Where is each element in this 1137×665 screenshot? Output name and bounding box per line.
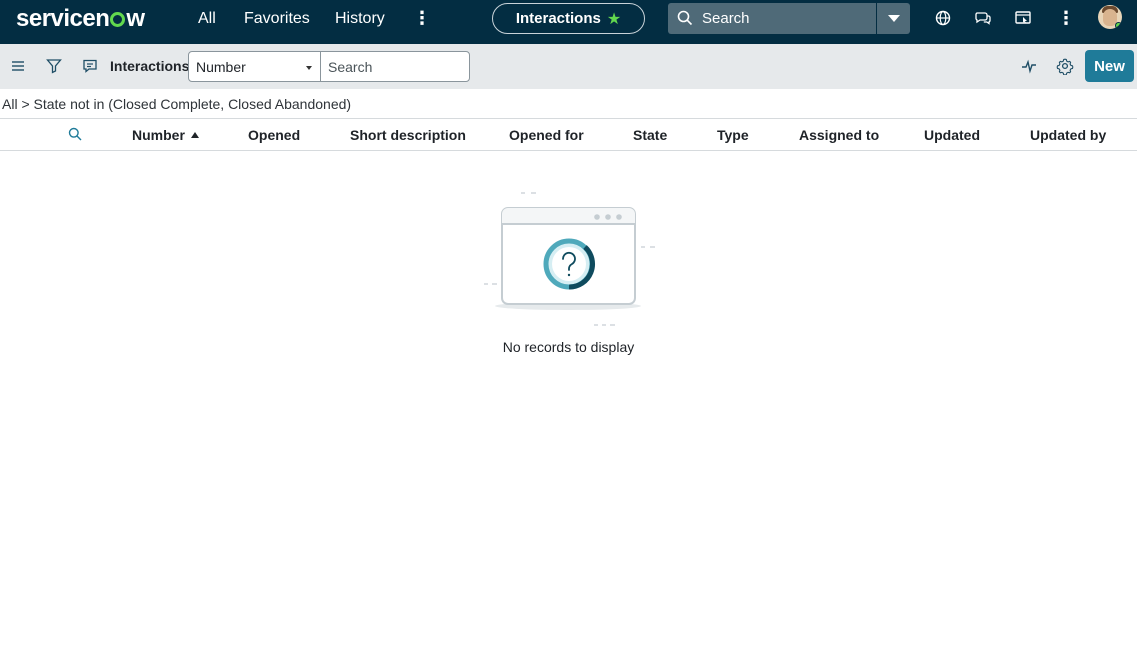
column-opened[interactable]: Opened xyxy=(248,127,300,143)
activity-icon[interactable] xyxy=(1020,57,1038,75)
chat-bubble-icon[interactable] xyxy=(81,57,99,75)
column-state[interactable]: State xyxy=(633,127,667,143)
filter-breadcrumb: All > State not in (Closed Complete, Clo… xyxy=(2,96,351,112)
column-short-description[interactable]: Short description xyxy=(350,127,466,143)
search-icon xyxy=(677,10,693,26)
user-avatar[interactable] xyxy=(1098,5,1122,29)
no-records-message: No records to display xyxy=(502,339,635,355)
list-title: Interactions xyxy=(110,58,190,74)
list-column-header: Number Opened Short description Opened f… xyxy=(0,118,1137,151)
favorite-star-icon[interactable]: ★ xyxy=(607,9,621,29)
chevron-down-icon xyxy=(306,66,312,70)
more-options-icon[interactable]: ⋮ xyxy=(1057,9,1075,29)
gear-icon[interactable] xyxy=(1056,57,1074,75)
breadcrumb-all-link[interactable]: All xyxy=(2,96,18,112)
search-field-select-value: Number xyxy=(196,59,246,75)
top-navigation-bar: servicen w All Favorites History ⋮ Intera… xyxy=(0,0,1137,44)
column-updated-by[interactable]: Updated by xyxy=(1030,127,1106,143)
nav-all-menu[interactable]: All xyxy=(198,10,216,28)
column-number[interactable]: Number xyxy=(132,127,199,143)
online-status-dot xyxy=(1115,22,1122,29)
breadcrumb-condition-link[interactable]: State not in (Closed Complete, Closed Ab… xyxy=(34,96,352,112)
dev-console-icon[interactable] xyxy=(1014,9,1032,27)
column-opened-for[interactable]: Opened for xyxy=(509,127,584,143)
nav-favorites-menu[interactable]: Favorites xyxy=(244,10,310,28)
column-search-icon[interactable] xyxy=(68,127,82,141)
search-scope-dropdown-button[interactable] xyxy=(877,3,910,34)
filter-icon[interactable] xyxy=(45,57,63,75)
nav-history-menu[interactable]: History xyxy=(335,10,385,28)
column-type[interactable]: Type xyxy=(717,127,749,143)
no-records-illustration xyxy=(484,192,655,326)
chat-icon[interactable] xyxy=(974,9,992,27)
context-pill-label: Interactions xyxy=(515,10,601,27)
global-search-placeholder: Search xyxy=(702,10,750,27)
column-assigned-to[interactable]: Assigned to xyxy=(799,127,879,143)
global-search-input[interactable]: Search xyxy=(668,3,876,34)
globe-icon[interactable] xyxy=(934,9,952,27)
sort-ascending-icon xyxy=(190,132,199,138)
search-field-select[interactable]: Number xyxy=(188,51,321,82)
nav-more-icon[interactable]: ⋮ xyxy=(413,9,431,29)
column-updated[interactable]: Updated xyxy=(924,127,980,143)
menu-icon[interactable] xyxy=(9,57,27,75)
breadcrumb-separator: > xyxy=(21,96,30,112)
list-search-input[interactable] xyxy=(320,51,470,82)
list-toolbar: Interactions Number New xyxy=(0,44,1137,89)
context-pill-interactions[interactable]: Interactions ★ xyxy=(492,3,645,34)
servicenow-logo[interactable]: servicen w xyxy=(16,5,145,33)
new-record-button[interactable]: New xyxy=(1085,50,1134,82)
